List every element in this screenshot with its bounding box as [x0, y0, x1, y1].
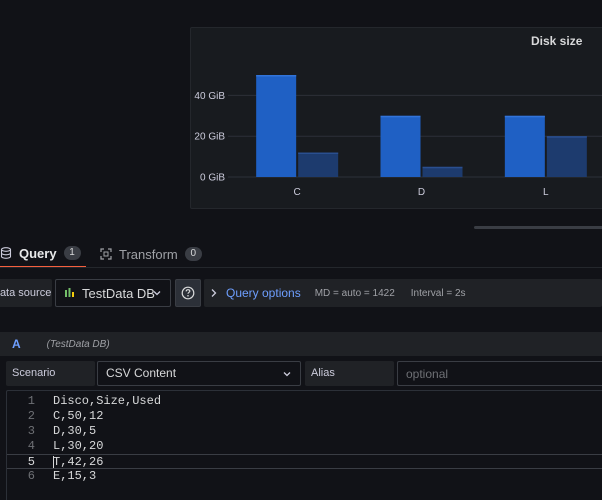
horizontal-scrollbar[interactable] — [474, 226, 602, 229]
bar-top-edge — [504, 115, 545, 118]
datasource-label: Data source — [0, 279, 52, 307]
bar-top-edge — [546, 136, 587, 138]
bar-top-edge — [422, 166, 463, 169]
editor-tabs: Query 1 Transform 0 — [0, 240, 602, 268]
tab-query-count: 1 — [63, 246, 81, 260]
bar[interactable] — [546, 136, 587, 177]
database-icon — [0, 247, 12, 259]
query-row-header[interactable]: A (TestData DB) — [0, 332, 602, 356]
scenario-select[interactable]: CSV Content — [97, 361, 301, 386]
bar-top-edge — [256, 75, 297, 77]
alias-input[interactable] — [397, 361, 602, 386]
chevron-right-icon — [211, 289, 217, 297]
editor-line[interactable]: 5 T,42,26 — [7, 454, 602, 469]
bar[interactable] — [256, 75, 297, 177]
query-options-bar[interactable]: Query options MD = auto = 1422 Interval … — [204, 279, 602, 307]
line-code: C,50,12 — [53, 409, 104, 423]
editor-line[interactable]: 6 E,15,3 — [7, 469, 602, 484]
line-number: 2 — [27, 409, 35, 423]
scenario-label: Scenario — [6, 361, 95, 386]
bar[interactable] — [422, 166, 463, 177]
query-options-label: Query options — [226, 286, 301, 300]
editor-line[interactable]: 3 D,30,5 — [7, 424, 602, 439]
datasource-help-button[interactable] — [175, 279, 201, 307]
tab-query[interactable]: Query 1 — [0, 240, 86, 268]
tab-transform[interactable]: Transform 0 — [100, 240, 202, 268]
x-tick-label: C — [294, 187, 301, 198]
bar-chart: 0 GiB 20 GiB 40 GiB C D L — [194, 75, 602, 198]
line-code: Disco,Size,Used — [53, 394, 162, 408]
bar[interactable] — [504, 115, 545, 177]
transform-icon — [100, 248, 112, 260]
y-tick-label: 0 GiB — [200, 173, 225, 184]
bar[interactable] — [380, 115, 421, 177]
line-number: 1 — [27, 394, 35, 408]
tab-transform-label: Transform — [119, 246, 178, 262]
query-ref-id[interactable]: A — [12, 337, 21, 351]
tab-transform-count: 0 — [184, 247, 202, 261]
line-code: L,30,20 — [53, 439, 104, 453]
line-number: 5 — [27, 455, 35, 469]
editor-line[interactable]: 2 C,50,12 — [7, 409, 602, 424]
csv-content-editor[interactable]: 1 Disco,Size,Used 2 C,50,12 3 D,30,5 4 L,30,20 5… — [6, 390, 602, 500]
line-code: D,30,5 — [53, 424, 97, 438]
line-number: 3 — [27, 424, 35, 438]
question-circle-icon — [181, 286, 195, 300]
max-data-points: MD = auto = 1422 — [314, 287, 395, 299]
text-cursor — [53, 456, 54, 468]
tabs-divider — [0, 267, 602, 268]
testdata-logo-icon — [65, 288, 74, 297]
alias-label: Alias — [305, 361, 394, 386]
y-tick-label: 40 GiB — [194, 91, 225, 102]
line-number: 4 — [27, 439, 35, 453]
editor-line[interactable]: 1 Disco,Size,Used — [7, 394, 602, 409]
bar-top-edge — [380, 115, 421, 118]
scenario-select-value: CSV Content — [106, 366, 177, 380]
query-toolbar: Data source TestData DB Query options MD… — [0, 279, 602, 307]
line-number: 6 — [27, 469, 35, 483]
interval-text: Interval = 2s — [410, 287, 466, 299]
editor-line[interactable]: 4 L,30,20 — [7, 439, 602, 454]
panel-disk-size[interactable]: Disk size 0 GiB 20 GiB 40 GiB C D L — [190, 27, 602, 209]
tab-query-label: Query — [19, 245, 57, 261]
query-datasource-name: (TestData DB) — [46, 338, 110, 350]
line-code: E,15,3 — [53, 469, 97, 483]
datasource-picker[interactable]: TestData DB — [55, 279, 171, 307]
datasource-picker-value: TestData DB — [82, 285, 155, 301]
bar[interactable] — [298, 152, 339, 177]
x-tick-label: L — [543, 187, 549, 198]
x-tick-label: D — [418, 187, 425, 198]
y-tick-label: 20 GiB — [194, 132, 225, 143]
bar-top-edge — [298, 152, 339, 155]
chevron-down-icon — [283, 372, 291, 377]
line-code: T,42,26 — [53, 455, 104, 469]
chevron-down-icon — [153, 291, 161, 296]
